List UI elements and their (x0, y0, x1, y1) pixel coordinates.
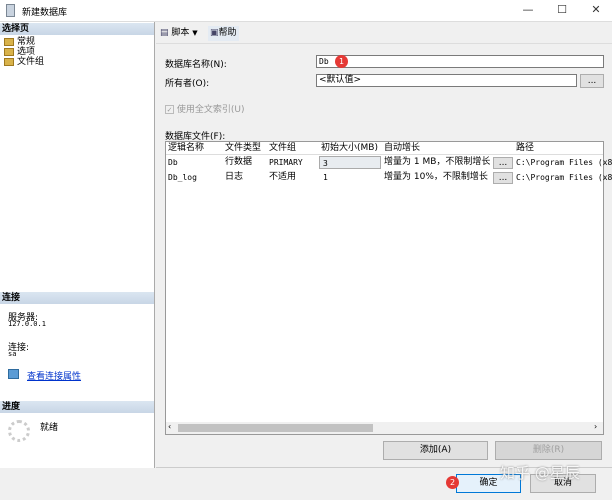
owner-browse-button[interactable]: ... (580, 74, 604, 88)
add-button[interactable]: 添加(A) (383, 441, 488, 460)
cell-name: Db (168, 158, 178, 167)
toolbar: ▤ 脚本 ▼ ▣帮助 (156, 22, 612, 44)
view-connection-properties-link[interactable]: 查看连接属性 (27, 369, 81, 382)
title-bar: 新建数据库 — ☐ ✕ (0, 0, 612, 22)
page-label: 文件组 (17, 57, 45, 67)
connection-header: 连接 (0, 292, 154, 304)
db-name-input[interactable]: Db (316, 55, 604, 68)
database-files-grid: 逻辑名称 文件类型 文件组 初始大小(MB) 自动增长 路径 Db 行数据 PR… (165, 141, 612, 435)
progress-status: 就绪 (40, 423, 59, 433)
grid-header: 逻辑名称 文件类型 文件组 初始大小(MB) 自动增长 路径 (166, 142, 603, 155)
close-button[interactable]: ✕ (586, 3, 606, 19)
help-label: 帮助 (218, 28, 237, 38)
help-button[interactable]: ▣帮助 (208, 26, 239, 41)
scroll-left-icon[interactable]: ‹ (168, 422, 171, 431)
page-options[interactable]: 选项 (4, 47, 35, 57)
script-button[interactable]: ▤ 脚本 ▼ (158, 26, 200, 41)
server-value: 127.0.0.1 (8, 320, 46, 328)
owner-input[interactable]: <默认值> (316, 74, 577, 87)
table-row[interactable]: Db 行数据 PRIMARY 3 增量为 1 MB，不限制增长 ... C:\P… (166, 156, 612, 170)
growth-browse-button[interactable]: ... (493, 172, 513, 184)
page-filegroups[interactable]: 文件组 (4, 57, 44, 67)
page-icon (4, 57, 14, 66)
chevron-down-icon: ▼ (192, 29, 198, 37)
col-path[interactable]: 路径 (516, 142, 534, 155)
page-icon (4, 47, 14, 56)
cell-size: 1 (323, 173, 328, 182)
script-label: 脚本 (171, 28, 190, 38)
cell-growth: 增量为 10%，不限制增长 (384, 172, 488, 182)
checkbox-icon: ✓ (165, 105, 174, 114)
remove-button[interactable]: 删除(R) (495, 441, 602, 460)
watermark: 知乎 @星辰 (500, 464, 580, 482)
cell-size-input[interactable]: 3 (319, 156, 381, 169)
minimize-button[interactable]: — (518, 3, 538, 19)
cell-path: C:\Program Files (x86 (516, 173, 612, 182)
annotation-badge-1: 1 (335, 55, 348, 68)
progress-header: 进度 (0, 401, 154, 413)
cell-type: 日志 (225, 172, 244, 182)
fulltext-checkbox[interactable]: ✓ 使用全文索引(U) (165, 102, 245, 115)
window-title: 新建数据库 (22, 8, 68, 18)
select-page-header: 选择页 (0, 23, 154, 35)
page-label: 常规 (17, 37, 36, 47)
page-label: 选项 (17, 47, 36, 57)
left-panel: 选择页 常规 选项 文件组 连接 服务器: 127.0.0.1 连接: sa 查… (0, 22, 155, 468)
cell-group: PRIMARY (269, 158, 303, 167)
col-autogrowth[interactable]: 自动增长 (384, 142, 420, 155)
scrollbar-thumb[interactable] (178, 424, 373, 432)
fulltext-label: 使用全文索引(U) (176, 105, 245, 115)
cell-group: 不适用 (269, 172, 297, 182)
col-logical-name[interactable]: 逻辑名称 (168, 142, 204, 155)
db-name-label: 数据库名称(N): (165, 60, 227, 70)
connection-value: sa (8, 350, 17, 358)
cell-name: Db_log (168, 173, 197, 182)
maximize-button[interactable]: ☐ (552, 3, 572, 19)
table-row[interactable]: Db_log 日志 不适用 1 增量为 10%，不限制增长 ... C:\Pro… (166, 171, 612, 185)
col-filegroup[interactable]: 文件组 (269, 142, 296, 155)
script-icon: ▤ (160, 28, 169, 38)
col-file-type[interactable]: 文件类型 (225, 142, 261, 155)
horizontal-scrollbar[interactable]: ‹ › (166, 422, 603, 434)
cell-type: 行数据 (225, 157, 253, 167)
scroll-right-icon[interactable]: › (594, 422, 597, 431)
page-general[interactable]: 常规 (4, 37, 35, 47)
help-icon: ▣ (210, 28, 219, 38)
cell-path: C:\Program Files (x86 (516, 158, 612, 167)
database-icon (6, 4, 15, 17)
page-icon (4, 37, 14, 46)
col-initial-size[interactable]: 初始大小(MB) (321, 142, 378, 155)
annotation-badge-2: 2 (446, 476, 459, 489)
progress-spinner-icon (8, 420, 30, 442)
growth-browse-button[interactable]: ... (493, 157, 513, 169)
cell-growth: 增量为 1 MB，不限制增长 (384, 157, 491, 167)
connection-properties-icon (8, 369, 19, 379)
owner-label: 所有者(O): (165, 79, 210, 89)
